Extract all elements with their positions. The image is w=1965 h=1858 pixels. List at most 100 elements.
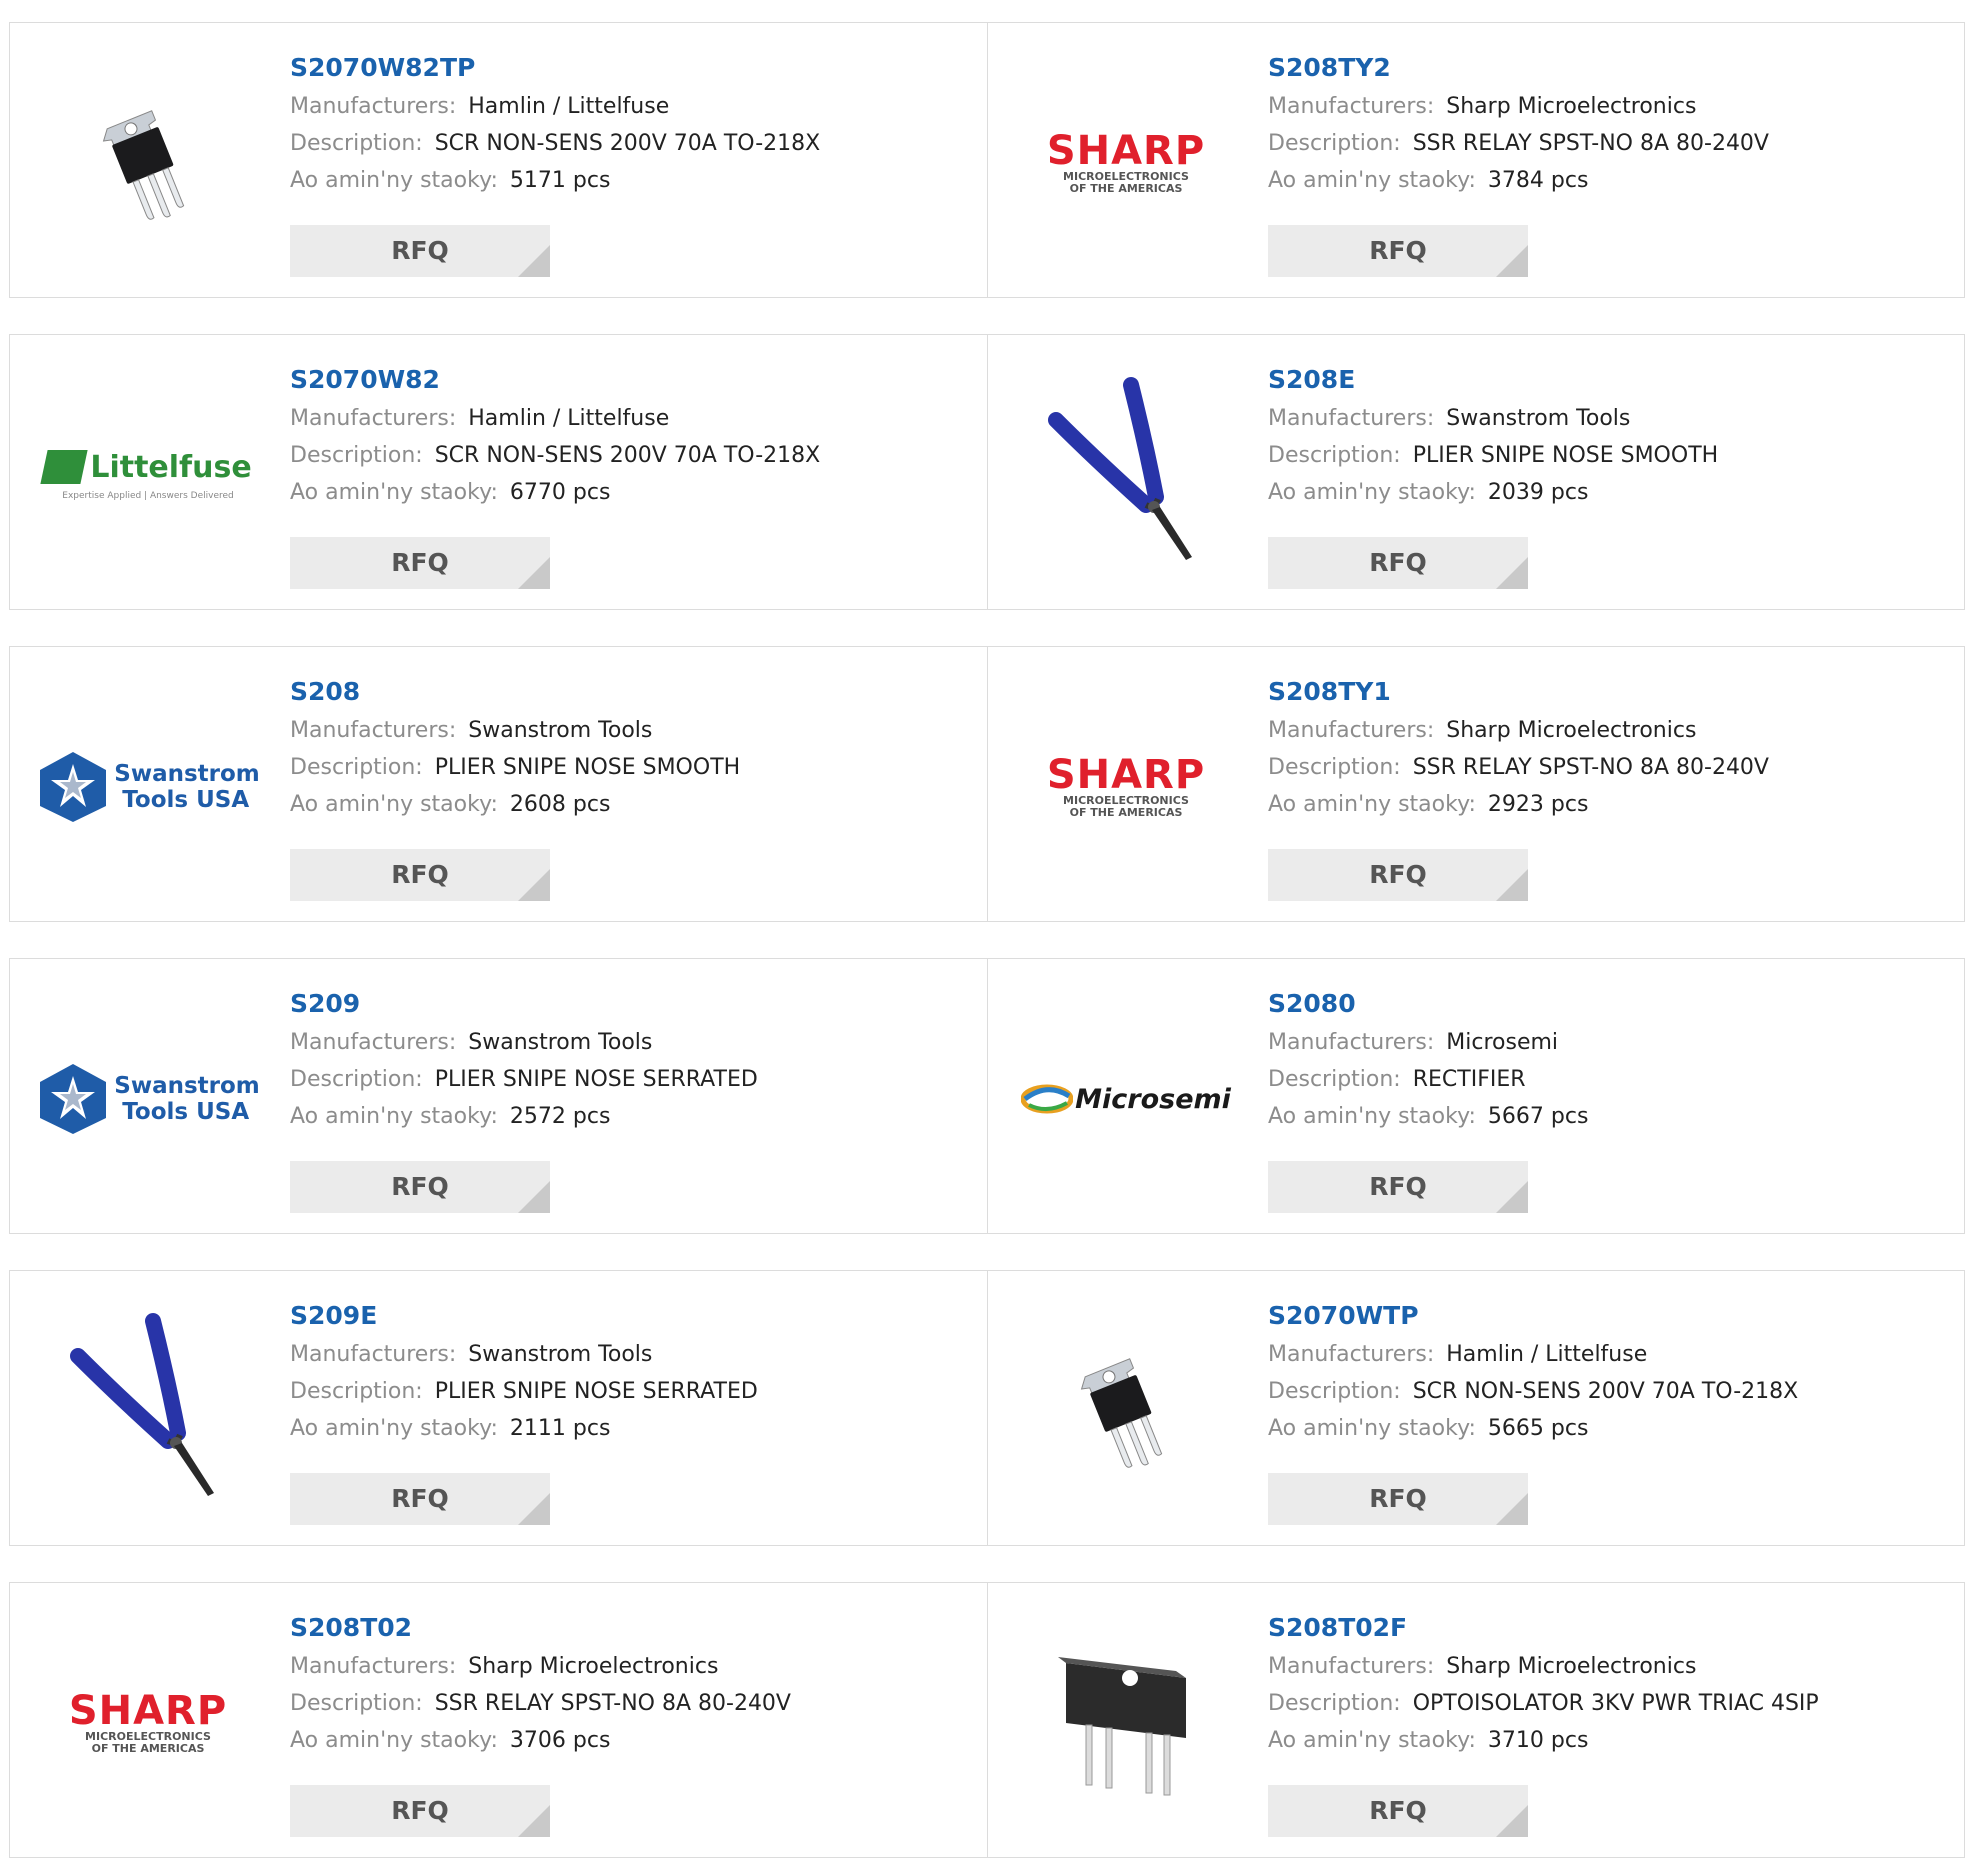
part-number-link[interactable]: S208TY1 [1268, 677, 1944, 707]
part-number-link[interactable]: S208E [1268, 365, 1944, 395]
description-row: Description: RECTIFIER [1268, 1065, 1944, 1095]
to218-transistor-image [1080, 1358, 1163, 1468]
description-value: PLIER SNIPE NOSE SERRATED [434, 1067, 758, 1092]
stock-label: Ao amin'ny staoky: [1268, 1728, 1476, 1753]
part-number-link[interactable]: S2070WTP [1268, 1301, 1944, 1331]
part-number-link[interactable]: S209E [290, 1301, 967, 1331]
product-card-s208ty2: SHARP MICROELECTRONICS OF THE AMERICAS S20… [987, 22, 1965, 298]
description-label: Description: [290, 443, 423, 468]
rfq-label: RFQ [1369, 860, 1427, 889]
part-number-link[interactable]: S208 [290, 677, 967, 707]
corner-triangle-icon [518, 1493, 550, 1525]
product-card-s208t02f: S208T02F Manufacturers: Sharp Microelectr… [987, 1582, 1965, 1858]
stock-value: 3706 pcs [509, 1728, 611, 1753]
stock-row: Ao amin'ny staoky: 2039 pcs [1268, 478, 1944, 508]
part-number-link[interactable]: S208T02F [1268, 1613, 1944, 1643]
rfq-button[interactable]: RFQ [1268, 1161, 1528, 1213]
product-image[interactable]: Microsemi [1021, 999, 1231, 1199]
stock-row: Ao amin'ny staoky: 3710 pcs [1268, 1726, 1944, 1756]
manufacturer-label: Manufacturers: [290, 1030, 457, 1055]
rfq-button[interactable]: RFQ [1268, 537, 1528, 589]
manufacturer-row: Manufacturers: Swanstrom Tools [290, 1028, 967, 1058]
rfq-button[interactable]: RFQ [290, 849, 550, 901]
manufacturer-value: Sharp Microelectronics [1446, 94, 1697, 119]
stock-row: Ao amin'ny staoky: 6770 pcs [290, 478, 967, 508]
product-card-s208e: S208E Manufacturers: Swanstrom Tools Desc… [987, 334, 1965, 610]
product-card-s2070w82: Littelfuse Expertise Applied | Answers De… [9, 334, 988, 610]
product-image[interactable] [1026, 1623, 1226, 1823]
manufacturer-label: Manufacturers: [1268, 406, 1435, 431]
stock-value: 5665 pcs [1487, 1416, 1589, 1441]
sip-optoisolator-image [1058, 1657, 1186, 1796]
rfq-button[interactable]: RFQ [290, 1785, 550, 1837]
product-image[interactable]: SHARP MICROELECTRONICS OF THE AMERICAS [1026, 63, 1226, 263]
plier-image [1048, 377, 1192, 560]
part-number-link[interactable]: S209 [290, 989, 967, 1019]
stock-value: 3710 pcs [1487, 1728, 1589, 1753]
rfq-label: RFQ [1369, 236, 1427, 265]
product-image[interactable] [48, 1311, 248, 1511]
stock-row: Ao amin'ny staoky: 5171 pcs [290, 166, 967, 196]
manufacturer-value: Sharp Microelectronics [468, 1654, 719, 1679]
littelfuse-mark-icon [40, 450, 88, 484]
manufacturer-value: Hamlin / Littelfuse [1446, 1342, 1648, 1367]
product-image[interactable]: SHARP MICROELECTRONICS OF THE AMERICAS [1026, 687, 1226, 887]
description-value: SCR NON-SENS 200V 70A TO-218X [434, 443, 821, 468]
stock-label: Ao amin'ny staoky: [1268, 168, 1476, 193]
rfq-button[interactable]: RFQ [290, 1161, 550, 1213]
product-card-s2080: Microsemi S2080 Manufacturers: Microsemi … [987, 958, 1965, 1234]
description-row: Description: PLIER SNIPE NOSE SMOOTH [290, 753, 967, 783]
stock-value: 5171 pcs [509, 168, 611, 193]
description-row: Description: PLIER SNIPE NOSE SERRATED [290, 1377, 967, 1407]
description-row: Description: SSR RELAY SPST-NO 8A 80-240V [1268, 753, 1944, 783]
microsemi-swirl-icon [1021, 1084, 1074, 1114]
description-row: Description: SSR RELAY SPST-NO 8A 80-240V [290, 1689, 967, 1719]
manufacturer-label: Manufacturers: [1268, 1654, 1435, 1679]
rfq-button[interactable]: RFQ [290, 1473, 550, 1525]
product-image[interactable] [48, 63, 248, 263]
manufacturer-row: Manufacturers: Swanstrom Tools [1268, 404, 1944, 434]
rfq-button[interactable]: RFQ [290, 225, 550, 277]
rfq-label: RFQ [391, 1484, 449, 1513]
product-image[interactable]: Littelfuse Expertise Applied | Answers De… [40, 375, 252, 575]
rfq-button[interactable]: RFQ [1268, 1473, 1528, 1525]
swanstrom-star-icon [40, 752, 107, 822]
to218-transistor-image [102, 110, 185, 220]
part-number-link[interactable]: S2070W82TP [290, 53, 967, 83]
description-label: Description: [1268, 1691, 1401, 1716]
description-label: Description: [1268, 1067, 1401, 1092]
product-image[interactable] [1026, 375, 1226, 575]
product-image[interactable]: Swanstrom Tools USA [40, 687, 260, 887]
corner-triangle-icon [1496, 869, 1528, 901]
product-image[interactable]: SHARP MICROELECTRONICS OF THE AMERICAS [48, 1623, 248, 1823]
corner-triangle-icon [518, 245, 550, 277]
product-image[interactable]: Swanstrom Tools USA [40, 999, 260, 1199]
manufacturer-value: Swanstrom Tools [1446, 406, 1631, 431]
rfq-label: RFQ [1369, 548, 1427, 577]
part-number-link[interactable]: S2070W82 [290, 365, 967, 395]
description-label: Description: [1268, 131, 1401, 156]
part-number-link[interactable]: S208TY2 [1268, 53, 1944, 83]
corner-triangle-icon [1496, 1181, 1528, 1213]
product-image[interactable] [1026, 1311, 1226, 1511]
part-number-link[interactable]: S208T02 [290, 1613, 967, 1643]
manufacturer-value: Swanstrom Tools [468, 718, 653, 743]
manufacturer-label: Manufacturers: [1268, 94, 1435, 119]
stock-value: 5667 pcs [1487, 1104, 1589, 1129]
rfq-button[interactable]: RFQ [1268, 1785, 1528, 1837]
rfq-button[interactable]: RFQ [290, 537, 550, 589]
rfq-button[interactable]: RFQ [1268, 849, 1528, 901]
rfq-label: RFQ [1369, 1172, 1427, 1201]
description-label: Description: [290, 131, 423, 156]
rfq-button[interactable]: RFQ [1268, 225, 1528, 277]
manufacturer-value: Swanstrom Tools [468, 1342, 653, 1367]
part-number-link[interactable]: S2080 [1268, 989, 1944, 1019]
description-label: Description: [290, 755, 423, 780]
stock-row: Ao amin'ny staoky: 2608 pcs [290, 790, 967, 820]
swanstrom-star-icon [40, 1064, 107, 1134]
description-value: SSR RELAY SPST-NO 8A 80-240V [1412, 755, 1769, 780]
corner-triangle-icon [518, 869, 550, 901]
swanstrom-logo: Swanstrom Tools USA [36, 1062, 260, 1136]
stock-value: 2923 pcs [1487, 792, 1589, 817]
stock-label: Ao amin'ny staoky: [1268, 480, 1476, 505]
